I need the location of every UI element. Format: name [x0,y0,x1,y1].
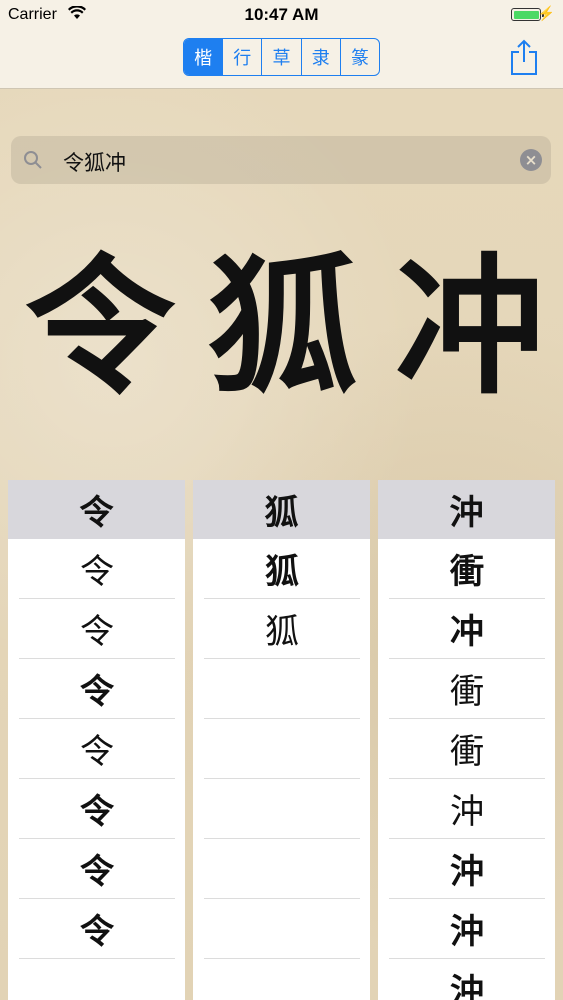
variant-cell[interactable]: 沖 [389,959,545,1000]
variant-cell[interactable] [204,899,360,959]
variant-column-3: 沖 衝 冲 衝 衝 沖 沖 沖 沖 [378,480,555,1000]
search-input[interactable]: 令狐冲 [63,147,126,177]
tab-kai[interactable]: 楷 [184,39,223,75]
variant-cell[interactable]: 衝 [389,539,545,599]
variant-cell[interactable]: 沖 [389,839,545,899]
script-style-segmented-control[interactable]: 楷 行 草 隶 篆 [183,38,380,76]
search-bar[interactable]: 令狐冲 × [11,136,551,184]
variant-cell[interactable]: 令 [19,539,175,599]
variant-cell[interactable]: 令 [19,839,175,899]
variant-cell[interactable] [19,959,175,1000]
variant-cell[interactable]: 令 [19,659,175,719]
variant-cell[interactable]: 沖 [389,899,545,959]
variant-cell[interactable]: 令 [19,719,175,779]
column-header: 令 [8,480,185,539]
tab-cao[interactable]: 草 [261,39,300,75]
big-character-1: 令 [24,239,175,415]
clock: 10:47 AM [244,5,319,24]
tab-li[interactable]: 隶 [300,39,340,75]
variant-cell[interactable] [204,779,360,839]
variant-cell[interactable]: 衝 [389,659,545,719]
variant-cell[interactable]: 冲 [389,599,545,659]
variant-cell[interactable]: 令 [19,599,175,659]
status-bar: Carrier 10:47 AM ⚡ [0,0,563,30]
battery-icon [511,8,544,21]
variant-column-2: 狐 狐 狐 [193,480,370,1000]
column-header: 沖 [378,480,555,539]
big-character-3: 冲 [394,239,545,415]
search-icon [23,150,43,170]
share-button[interactable] [509,38,539,76]
variant-column-1: 令 令 令 令 令 令 令 令 [8,480,185,1000]
variant-cell[interactable]: 沖 [389,779,545,839]
share-icon [511,39,537,75]
variant-cell[interactable] [204,719,360,779]
variant-cell[interactable]: 衝 [389,719,545,779]
clear-icon[interactable]: × [520,149,542,171]
variant-cell[interactable] [204,839,360,899]
big-character-2: 狐 [207,239,358,415]
variant-cell[interactable]: 令 [19,899,175,959]
navigation-bar: 楷 行 草 隶 篆 [0,30,563,89]
charging-icon: ⚡ [537,5,555,21]
variant-cell[interactable] [204,659,360,719]
tab-zhuan[interactable]: 篆 [339,39,379,75]
variant-cell[interactable]: 狐 [204,599,360,659]
tab-xing[interactable]: 行 [222,39,261,75]
variant-cell[interactable] [204,959,360,1000]
variant-cell[interactable]: 狐 [204,539,360,599]
variant-cell[interactable]: 令 [19,779,175,839]
column-header: 狐 [193,480,370,539]
